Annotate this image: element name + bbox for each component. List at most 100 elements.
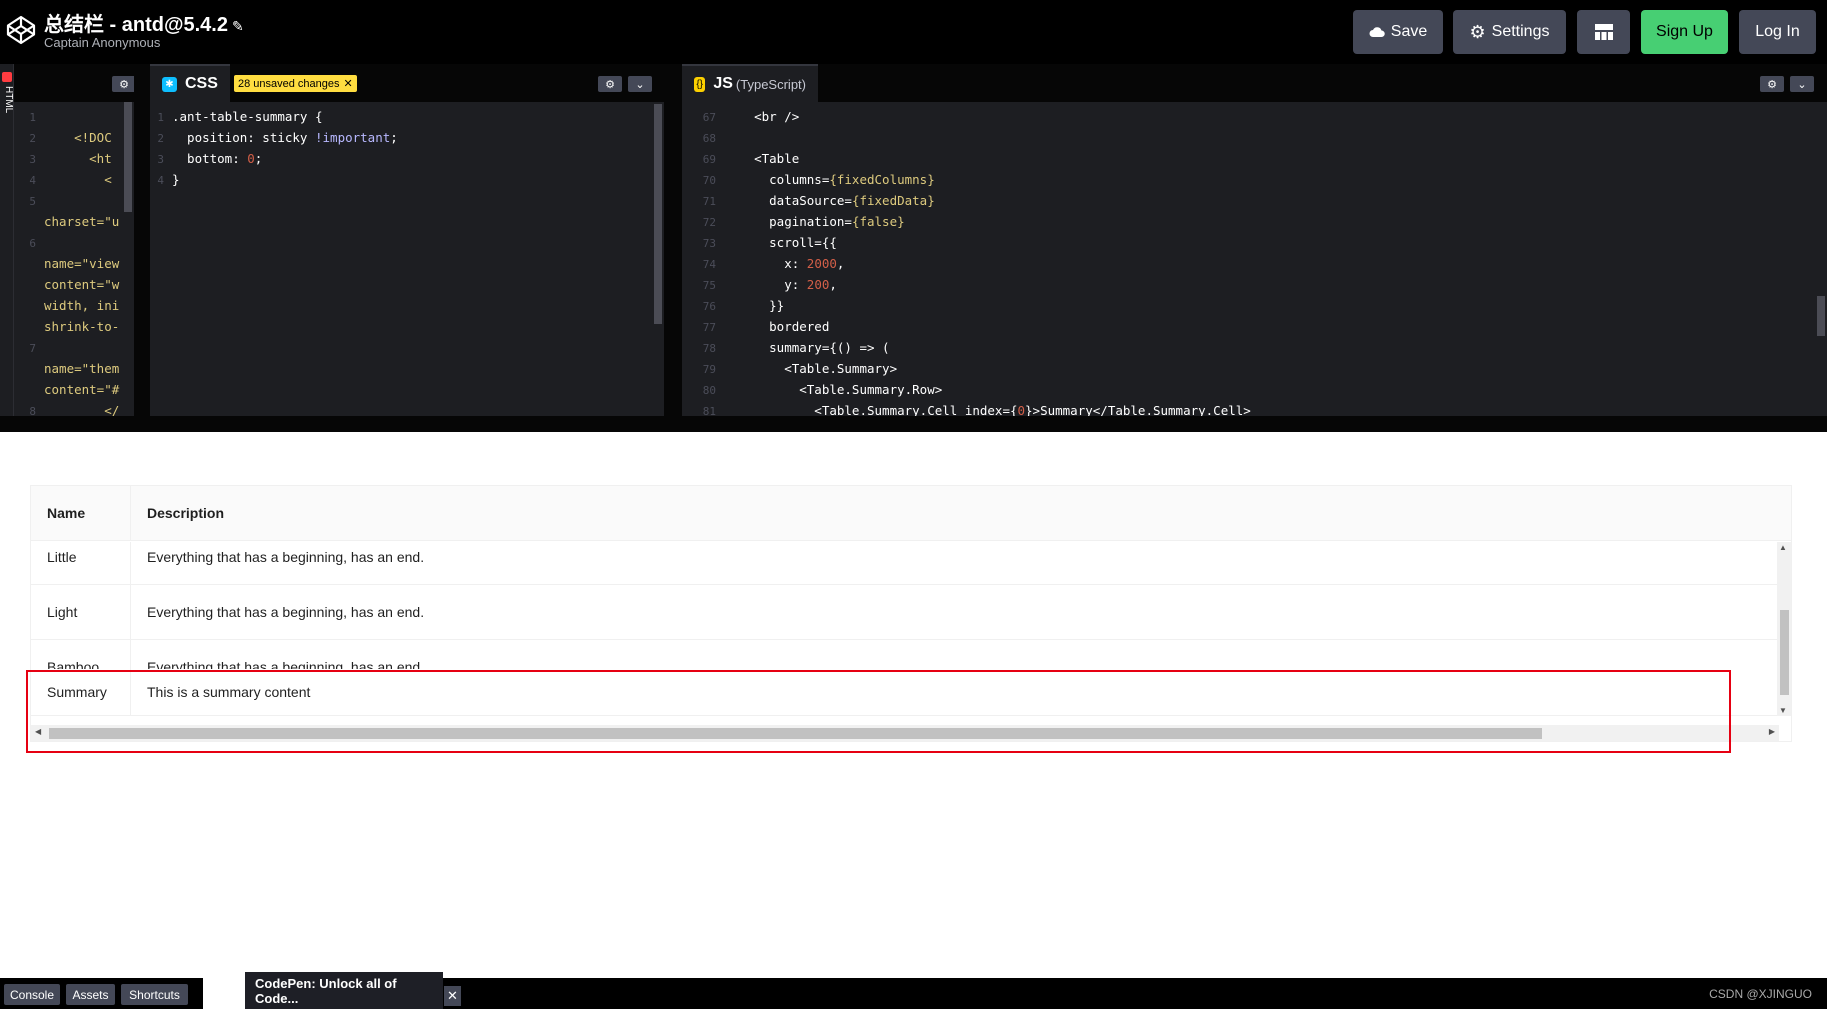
css-editor[interactable]: ✱ CSS 28 unsaved changes ✕ ⚙ ⌄ 1 .ant-tab…	[150, 64, 664, 416]
line-number: 1	[157, 111, 164, 124]
table-vertical-scroll-thumb[interactable]	[1780, 610, 1789, 695]
shortcuts-button[interactable]: Shortcuts	[121, 984, 188, 1005]
promo-spacer	[203, 978, 245, 1009]
promo-banner[interactable]: CodePen: Unlock all of Code...	[245, 972, 443, 1009]
line-number: 1	[29, 111, 36, 124]
preview-resize-bar[interactable]	[0, 416, 1827, 432]
code-line[interactable]: 8 </	[14, 400, 134, 416]
log-in-button[interactable]: Log In	[1739, 10, 1816, 54]
code-text: pagination={false}	[724, 214, 905, 229]
css-editor-scrollbar[interactable]	[654, 104, 662, 324]
code-line[interactable]: 79 <Table.Summary>	[682, 358, 1827, 379]
code-line[interactable]: 74 x: 2000,	[682, 253, 1827, 274]
line-number: 77	[702, 321, 716, 334]
close-icon[interactable]: ✕	[344, 77, 353, 90]
code-line[interactable]: charset="u	[14, 211, 134, 232]
code-line[interactable]: 71 dataSource={fixedData}	[682, 190, 1827, 211]
editor-resize-handle[interactable]	[664, 64, 682, 416]
css-tab-label: CSS	[185, 75, 218, 92]
js-code-area[interactable]: 67 <br /> 68 69 <Table 70 columns={fixedCol…	[682, 102, 1827, 416]
code-line[interactable]: 80 <Table.Summary.Row>	[682, 379, 1827, 400]
code-line[interactable]: 4 <	[14, 169, 134, 190]
line-number: 3	[29, 153, 36, 166]
code-line[interactable]: 75 y: 200,	[682, 274, 1827, 295]
code-line[interactable]: 69 <Table	[682, 148, 1827, 169]
js-tab[interactable]: {} JS (TypeScript)	[682, 64, 818, 102]
code-line[interactable]: 5	[14, 190, 134, 211]
html-editor[interactable]: ⚙ 12 <!DOC 3 <ht 4 <5 charset="u 6 name="view…	[14, 64, 134, 416]
line-number: 70	[702, 174, 716, 187]
html-code-area[interactable]: 12 <!DOC 3 <ht 4 <5 charset="u 6 name="view co…	[14, 102, 134, 416]
pen-title-text[interactable]: 总结栏 - antd@5.4.2	[44, 14, 228, 36]
codepen-logo-icon[interactable]	[5, 14, 37, 46]
code-line[interactable]: content="w	[14, 274, 134, 295]
column-header-description-text: Description	[147, 505, 225, 521]
code-line[interactable]: name="them	[14, 358, 134, 379]
code-text: content="w	[44, 277, 120, 292]
code-line[interactable]: 70 columns={fixedColumns}	[682, 169, 1827, 190]
code-text: shrink-to-	[44, 319, 120, 334]
settings-button[interactable]: ⚙ Settings	[1453, 10, 1566, 54]
editor-area: HTML ⚙ 12 <!DOC 3 <ht 4 <5 charset="u 6 name=…	[0, 64, 1827, 416]
assets-button[interactable]: Assets	[66, 984, 115, 1005]
code-line[interactable]: 1 .ant-table-summary {	[150, 106, 664, 127]
html-collapsed-tab[interactable]: HTML	[0, 64, 14, 416]
column-header-name-text: Name	[47, 505, 86, 521]
scroll-up-arrow-icon[interactable]: ▲	[1779, 543, 1787, 552]
promo-text: CodePen: Unlock all of Code...	[255, 975, 397, 1006]
code-line[interactable]: 67 <br />	[682, 106, 1827, 127]
code-line[interactable]: content="#	[14, 379, 134, 400]
code-line[interactable]: 68	[682, 127, 1827, 148]
code-line[interactable]: 4}	[150, 169, 664, 190]
code-line[interactable]: 78 summary={() => (	[682, 337, 1827, 358]
html-editor-scrollbar[interactable]	[124, 102, 132, 212]
js-editor[interactable]: {} JS (TypeScript) ⚙ ⌄ 67 <br /> 68 69 <Ta…	[682, 64, 1827, 416]
change-view-button[interactable]	[1577, 10, 1630, 54]
code-line[interactable]: 7	[14, 337, 134, 358]
css-code-area[interactable]: 1 .ant-table-summary { 2 position: sticky …	[150, 102, 664, 416]
js-chevron-down-icon[interactable]: ⌄	[1790, 76, 1814, 92]
sign-up-button[interactable]: Sign Up	[1641, 10, 1728, 54]
code-line[interactable]: 3 bottom: 0;	[150, 148, 664, 169]
pen-title[interactable]: 总结栏 - antd@5.4.2 ✎	[44, 8, 244, 37]
code-line[interactable]: 2 position: sticky !important;	[150, 127, 664, 148]
code-line[interactable]: 3 <ht	[14, 148, 134, 169]
css-tab[interactable]: ✱ CSS	[150, 64, 230, 102]
code-line[interactable]: 2 <!DOC	[14, 127, 134, 148]
pen-author: Captain Anonymous	[44, 35, 161, 50]
css-settings-gear-icon[interactable]: ⚙	[598, 76, 622, 92]
code-text: <Table.Summary>	[724, 361, 898, 376]
code-line[interactable]: name="view	[14, 253, 134, 274]
code-line[interactable]: 6	[14, 232, 134, 253]
line-number: 79	[702, 363, 716, 376]
js-editor-scrollbar[interactable]	[1817, 296, 1825, 336]
js-settings-gear-icon[interactable]: ⚙	[1760, 76, 1784, 92]
code-line[interactable]: 77 bordered	[682, 316, 1827, 337]
code-text: <ht	[44, 151, 112, 166]
code-line[interactable]: 72 pagination={false}	[682, 211, 1827, 232]
close-icon[interactable]: ✕	[444, 986, 461, 1006]
edit-pencil-icon[interactable]: ✎	[232, 18, 244, 34]
code-line[interactable]: shrink-to-	[14, 316, 134, 337]
css-chevron-down-icon[interactable]: ⌄	[628, 76, 652, 92]
html-settings-gear-icon[interactable]: ⚙	[112, 76, 134, 92]
code-line[interactable]: 1	[14, 106, 134, 127]
table-vertical-scrollbar[interactable]: ▲ ▼	[1777, 542, 1791, 716]
unsaved-changes-badge[interactable]: 28 unsaved changes ✕	[234, 75, 357, 92]
code-text: width, ini	[44, 298, 120, 313]
scroll-down-arrow-icon[interactable]: ▼	[1779, 706, 1787, 715]
scroll-right-arrow-icon[interactable]: ▶	[1769, 727, 1775, 736]
code-line[interactable]: width, ini	[14, 295, 134, 316]
save-button[interactable]: Save	[1353, 10, 1443, 54]
bottom-bar: Console Assets Shortcuts CodePen: Unlock…	[0, 972, 1827, 1009]
editor-resize-handle[interactable]	[134, 64, 150, 416]
code-line[interactable]: 81 <Table.Summary.Cell index={0}>Summary…	[682, 400, 1827, 416]
line-number: 5	[29, 195, 36, 208]
line-number: 68	[702, 132, 716, 145]
console-button[interactable]: Console	[4, 984, 60, 1005]
line-number: 73	[702, 237, 716, 250]
code-line[interactable]: 76 }}	[682, 295, 1827, 316]
code-line[interactable]: 73 scroll={{	[682, 232, 1827, 253]
line-number: 80	[702, 384, 716, 397]
code-text: .ant-table-summary {	[172, 109, 323, 124]
